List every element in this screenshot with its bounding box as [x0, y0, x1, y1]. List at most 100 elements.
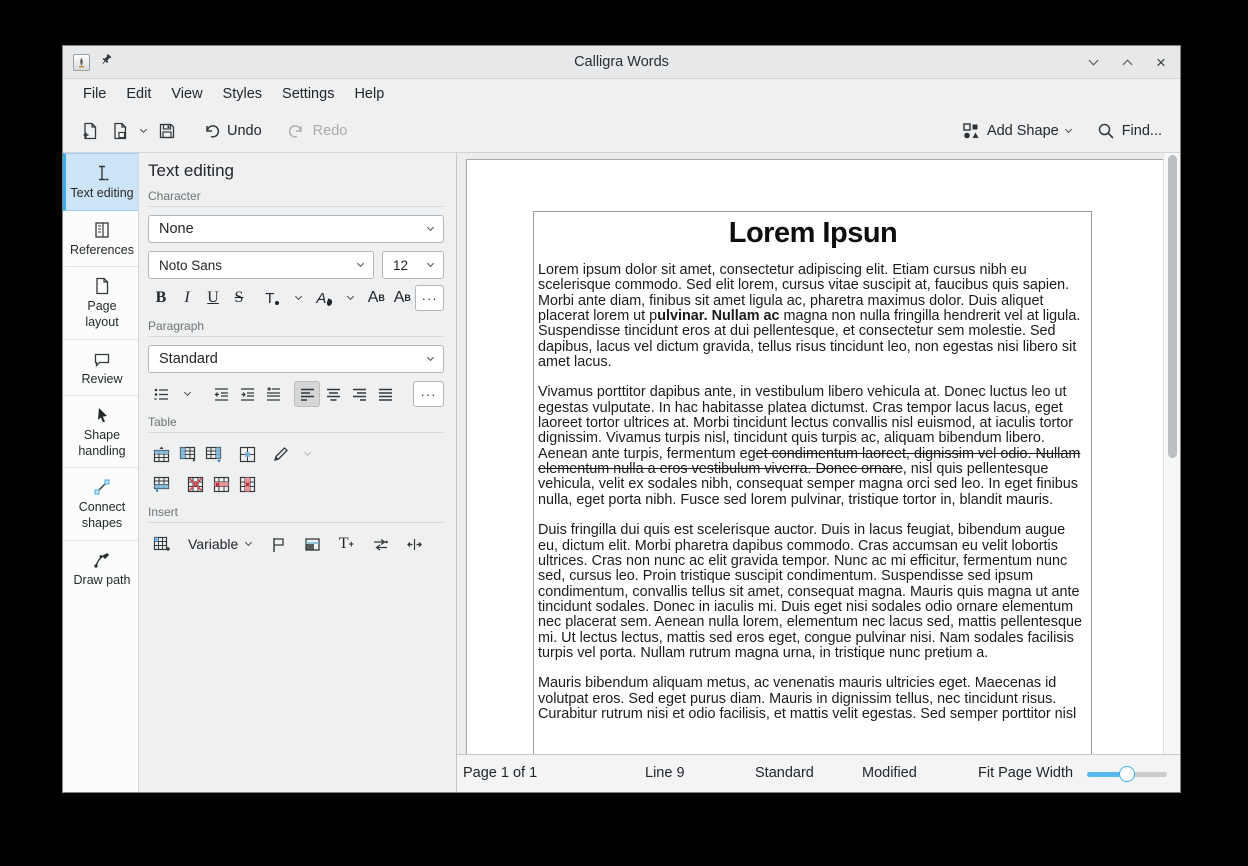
find-button[interactable]: Find...: [1091, 117, 1168, 145]
menu-help[interactable]: Help: [344, 83, 394, 105]
dock-tab-connect-shapes[interactable]: Connect shapes: [63, 468, 138, 540]
close-button[interactable]: ×: [1152, 53, 1170, 71]
character-style-select[interactable]: None: [148, 215, 444, 243]
font-color-button[interactable]: T: [259, 285, 285, 311]
increase-indent-button[interactable]: [234, 381, 260, 407]
paragraph-4[interactable]: Mauris bibendum aliquam metus, ac venena…: [538, 676, 1088, 722]
dock-tab-references[interactable]: References: [63, 211, 138, 268]
chevron-down-icon: [427, 260, 434, 267]
find-label: Find...: [1122, 123, 1162, 139]
insert-page-break-button[interactable]: [367, 531, 393, 557]
align-left-button[interactable]: [294, 381, 320, 407]
titlebar[interactable]: Calligra Words ×: [63, 46, 1180, 79]
highlight-color-button[interactable]: A: [311, 285, 337, 311]
dock-tab-review[interactable]: Review: [63, 340, 138, 397]
table-merge-cells-button[interactable]: [234, 441, 260, 467]
font-size-select[interactable]: 12: [382, 251, 444, 279]
document-canvas[interactable]: Lorem Ipsun Lorem ipsum dolor sit amet, …: [457, 153, 1180, 754]
vertical-scrollbar[interactable]: [1163, 153, 1180, 754]
dock-tab-shape-handling[interactable]: Shape handling: [63, 396, 138, 468]
insert-table-button[interactable]: [148, 531, 174, 557]
bold-button[interactable]: B: [148, 285, 174, 311]
strikethrough-button[interactable]: S: [226, 285, 252, 311]
chevron-down-icon: [427, 354, 434, 361]
dock-tab-draw-path[interactable]: Draw path: [63, 541, 138, 597]
review-icon: [92, 349, 112, 369]
table-insert-row-below-button[interactable]: [174, 441, 200, 467]
insert-break-options-button[interactable]: [401, 531, 427, 557]
shape-handling-icon: [92, 405, 112, 425]
font-color-dropdown[interactable]: [285, 285, 311, 311]
table-insert-column-left-button[interactable]: [200, 441, 226, 467]
main-toolbar: Undo Redo Add Shape Find...: [63, 109, 1180, 153]
chevron-down-icon: [357, 260, 364, 267]
redo-button[interactable]: Redo: [282, 117, 354, 145]
menu-styles[interactable]: Styles: [213, 83, 273, 105]
status-style[interactable]: Standard: [755, 765, 814, 781]
zoom-slider-handle[interactable]: [1119, 766, 1135, 782]
align-center-button[interactable]: [320, 381, 346, 407]
menu-edit[interactable]: Edit: [116, 83, 161, 105]
paragraph-2[interactable]: Vivamus porttitor dapibus ante, in vesti…: [538, 385, 1088, 508]
open-recent-dropdown[interactable]: [135, 125, 152, 137]
text-frame[interactable]: Lorem Ipsun Lorem ipsum dolor sit amet, …: [533, 211, 1092, 754]
insert-bookmark-button[interactable]: [265, 531, 291, 557]
table-delete-selection-button[interactable]: [182, 471, 208, 497]
menu-file[interactable]: File: [73, 83, 116, 105]
table-delete-row-button[interactable]: [208, 471, 234, 497]
decrease-indent-button[interactable]: [208, 381, 234, 407]
align-right-button[interactable]: [346, 381, 372, 407]
save-button[interactable]: [152, 117, 182, 145]
insert-text-frame-button[interactable]: T+: [333, 531, 359, 557]
table-border-pen-button[interactable]: [268, 441, 294, 467]
highlight-color-dropdown[interactable]: [337, 285, 363, 311]
dock-tab-text-editing[interactable]: Text editing: [63, 153, 138, 211]
paragraph-1[interactable]: Lorem ipsum dolor sit amet, consectetur …: [538, 263, 1088, 370]
status-line: Line 9: [645, 765, 685, 781]
connect-shapes-icon: [92, 477, 112, 497]
status-page: Page 1 of 1: [463, 765, 537, 781]
maximize-button[interactable]: [1118, 53, 1136, 71]
paragraph-more-button[interactable]: ···: [413, 381, 444, 407]
list-style-button[interactable]: [148, 381, 174, 407]
align-justify-button[interactable]: [372, 381, 398, 407]
insert-section-button[interactable]: [299, 531, 325, 557]
add-shape-button[interactable]: Add Shape: [956, 117, 1077, 145]
italic-button[interactable]: I: [174, 285, 200, 311]
document-page[interactable]: Lorem Ipsun Lorem ipsum dolor sit amet, …: [466, 159, 1164, 754]
zoom-mode-button[interactable]: Fit Page Width: [978, 765, 1073, 781]
menu-view[interactable]: View: [161, 83, 212, 105]
document-heading[interactable]: Lorem Ipsun: [538, 217, 1088, 250]
table-delete-column-button[interactable]: [234, 471, 260, 497]
calligra-words-window: Calligra Words × File Edit View Styles S…: [62, 45, 1181, 793]
table-row-1: [148, 441, 444, 467]
open-document-button[interactable]: [105, 117, 135, 145]
close-icon: ×: [1156, 54, 1166, 71]
new-document-button[interactable]: [75, 117, 105, 145]
superscript-button[interactable]: AB: [363, 285, 389, 311]
first-line-indent-button[interactable]: [260, 381, 286, 407]
subscript-button[interactable]: AB: [389, 285, 415, 311]
minimize-button[interactable]: [1084, 53, 1102, 71]
chevron-down-icon: [427, 224, 434, 231]
paragraph-style-select[interactable]: Standard: [148, 345, 444, 373]
undo-button[interactable]: Undo: [196, 117, 268, 145]
list-style-dropdown[interactable]: [174, 381, 200, 407]
dock-tab-page-layout[interactable]: Page layout: [63, 267, 138, 339]
character-more-button[interactable]: ···: [415, 285, 444, 311]
font-family-select[interactable]: Noto Sans: [148, 251, 374, 279]
insert-variable-dropdown[interactable]: Variable: [182, 531, 257, 557]
zoom-slider[interactable]: [1087, 772, 1167, 777]
table-insert-row-above-button[interactable]: [148, 441, 174, 467]
redo-label: Redo: [313, 123, 348, 139]
scrollbar-thumb[interactable]: [1168, 155, 1177, 458]
desktop: { "window": { "title": "Calligra Words" …: [0, 0, 1248, 866]
table-border-pen-dropdown[interactable]: [294, 441, 320, 467]
paragraph-3[interactable]: Duis fringilla dui quis est scelerisque …: [538, 523, 1088, 661]
underline-button[interactable]: U: [200, 285, 226, 311]
paragraph-format-row: ···: [148, 381, 444, 407]
section-table-label: Table: [148, 415, 444, 433]
menu-settings[interactable]: Settings: [272, 83, 344, 105]
new-document-icon: [81, 122, 99, 140]
table-insert-column-right-button[interactable]: [148, 471, 174, 497]
